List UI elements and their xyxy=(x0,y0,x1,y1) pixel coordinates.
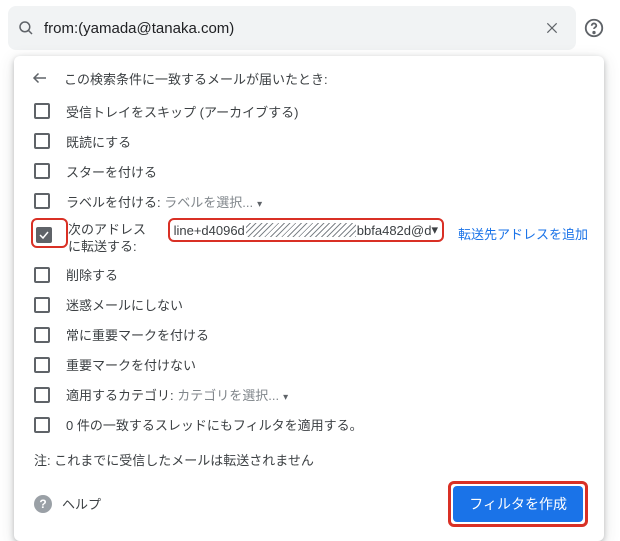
filter-options-card: この検索条件に一致するメールが届いたとき: 受信トレイをスキップ (アーカイブす… xyxy=(14,56,604,541)
option-mark-read: 既読にする xyxy=(66,132,131,151)
checkbox-label[interactable] xyxy=(34,193,50,209)
option-always-important: 常に重要マークを付ける xyxy=(66,325,209,344)
chevron-down-icon: ▾ xyxy=(431,222,438,238)
option-delete: 削除する xyxy=(66,265,118,284)
option-apply-matching: 0 件の一致するスレッドにもフィルタを適用する。 xyxy=(66,415,363,434)
forward-address-suffix: bbfa482d@d xyxy=(357,223,432,238)
checkbox-star[interactable] xyxy=(34,163,50,179)
create-filter-button[interactable]: フィルタを作成 xyxy=(453,486,583,522)
checkbox-mark-read[interactable] xyxy=(34,133,50,149)
forward-address-dropdown[interactable]: line+d4096d bbfa482d@d ▾ xyxy=(168,218,444,242)
checkbox-forward[interactable] xyxy=(36,227,52,243)
option-skip-inbox: 受信トレイをスキップ (アーカイブする) xyxy=(66,102,299,121)
option-label-prefix: ラベルを付ける: xyxy=(66,195,164,210)
support-icon[interactable] xyxy=(576,17,612,39)
option-forward-label: 次のアドレスに転送する: xyxy=(68,218,162,256)
help-label: ヘルプ xyxy=(62,494,101,513)
label-select-dropdown[interactable]: ラベルを選択...▾ xyxy=(164,195,262,210)
forward-address-prefix: line+d4096d xyxy=(174,223,245,238)
option-never-spam: 迷惑メールにしない xyxy=(66,295,183,314)
search-bar[interactable] xyxy=(8,6,576,50)
note-text: 注: これまでに受信したメールは転送されません xyxy=(34,450,588,469)
option-never-important: 重要マークを付けない xyxy=(66,355,196,374)
option-category-prefix: 適用するカテゴリ: xyxy=(66,388,177,403)
forward-checkbox-highlight xyxy=(31,218,68,248)
create-filter-highlight: フィルタを作成 xyxy=(448,481,588,527)
checkbox-never-spam[interactable] xyxy=(34,297,50,313)
card-title: この検索条件に一致するメールが届いたとき: xyxy=(64,69,328,88)
search-icon xyxy=(16,18,36,38)
help-link[interactable]: ? ヘルプ xyxy=(34,494,101,513)
option-label: ラベルを付ける: ラベルを選択...▾ xyxy=(66,192,262,211)
checkbox-never-important[interactable] xyxy=(34,357,50,373)
option-star: スターを付ける xyxy=(66,162,157,181)
add-forward-address-link[interactable]: 転送先アドレスを追加 xyxy=(458,218,588,243)
redacted-area xyxy=(246,223,356,237)
category-select-dropdown[interactable]: カテゴリを選択...▾ xyxy=(177,388,288,403)
clear-search-button[interactable] xyxy=(536,12,568,44)
checkbox-apply-matching[interactable] xyxy=(34,417,50,433)
checkbox-skip-inbox[interactable] xyxy=(34,103,50,119)
checkbox-delete[interactable] xyxy=(34,267,50,283)
checkbox-always-important[interactable] xyxy=(34,327,50,343)
option-category: 適用するカテゴリ: カテゴリを選択...▾ xyxy=(66,385,288,404)
search-input[interactable] xyxy=(36,20,536,37)
back-arrow-icon[interactable] xyxy=(30,68,50,88)
help-icon: ? xyxy=(34,495,52,513)
checkbox-category[interactable] xyxy=(34,387,50,403)
